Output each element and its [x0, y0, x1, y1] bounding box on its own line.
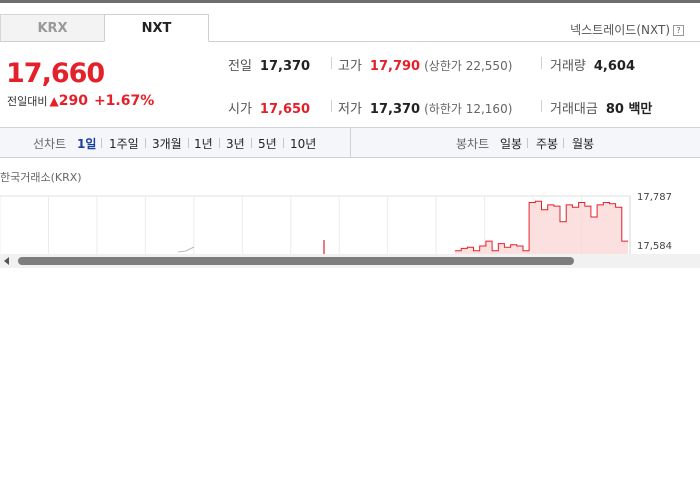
divider	[283, 138, 284, 148]
period-3y[interactable]: 3년	[226, 135, 245, 152]
stat-high: 고가 17,790 (상한가 22,550)	[338, 55, 512, 74]
nextrade-link[interactable]: 넥스트레이드(NXT)?	[570, 21, 684, 38]
stat-label: 거래량	[550, 59, 586, 74]
up-arrow-icon: ▲	[49, 94, 59, 108]
stat-label: 거래대금	[550, 102, 598, 117]
stat-value: 17,650	[259, 102, 311, 117]
divider	[331, 100, 332, 112]
divider	[331, 57, 332, 69]
scrollbar-thumb[interactable]	[18, 257, 574, 265]
stat-volume: 거래량 4,604	[550, 55, 635, 74]
candle-daily[interactable]: 일봉	[500, 135, 522, 152]
divider	[563, 138, 564, 148]
candle-monthly[interactable]: 월봉	[572, 135, 594, 152]
divider	[350, 128, 351, 157]
stat-value: 17,370	[369, 102, 421, 117]
stat-low: 저가 17,370 (하한가 12,160)	[338, 98, 512, 117]
price-change: 전일대비 ▲290 +1.67%	[7, 93, 154, 109]
stat-value: 4,604	[593, 59, 636, 74]
intraday-price-chart: 17,787 17,584	[0, 192, 672, 254]
stat-value: 17,790	[369, 59, 421, 74]
help-icon[interactable]: ?	[673, 25, 684, 36]
stat-label: 고가	[338, 59, 362, 74]
market-tabs: KRX NXT 넥스트레이드(NXT)?	[0, 14, 700, 42]
scroll-left-arrow-icon[interactable]	[4, 257, 9, 265]
stat-prev-close: 전일 17,370	[228, 55, 310, 74]
period-10y[interactable]: 10년	[290, 135, 316, 152]
stat-label: 시가	[228, 102, 252, 117]
period-3m[interactable]: 3개월	[152, 135, 182, 152]
tab-nxt[interactable]: NXT	[104, 14, 209, 42]
stat-label: 전일	[228, 59, 252, 74]
change-percent: +1.67%	[93, 93, 155, 109]
period-selector: 선차트 1일 1주일 3개월 1년 3년 5년 10년 봉차트 일봉 주봉 월봉	[0, 127, 700, 158]
stat-open: 시가 17,650	[228, 98, 310, 117]
line-chart-label: 선차트	[33, 137, 67, 151]
change-amount: 290	[58, 93, 88, 109]
chart-title: 한국거래소(KRX)	[0, 171, 82, 184]
current-price: 17,660	[6, 58, 105, 89]
horizontal-scrollbar[interactable]	[0, 254, 700, 268]
divider	[101, 138, 102, 148]
lower-limit: (하한가 12,160)	[424, 102, 513, 116]
divider	[527, 138, 528, 148]
stat-value: 80 백만	[605, 102, 653, 117]
period-5y[interactable]: 5년	[258, 135, 277, 152]
nextrade-label: 넥스트레이드(NXT)	[570, 23, 670, 37]
divider	[188, 138, 189, 148]
change-label: 전일대비	[7, 95, 48, 108]
candle-chart-label: 봉차트	[456, 137, 490, 151]
divider	[251, 138, 252, 148]
period-1w[interactable]: 1주일	[109, 135, 139, 152]
top-border	[0, 0, 700, 3]
divider	[541, 57, 542, 69]
y-tick-label: 17,787	[637, 192, 672, 203]
y-tick-label: 17,584	[637, 241, 672, 252]
divider	[145, 138, 146, 148]
divider	[541, 100, 542, 112]
candle-weekly[interactable]: 주봉	[536, 135, 558, 152]
price-line-faint	[177, 246, 195, 253]
stat-turnover: 거래대금 80 백만	[550, 98, 652, 117]
period-1d[interactable]: 1일	[77, 135, 96, 152]
stat-label: 저가	[338, 102, 362, 117]
period-1y[interactable]: 1년	[194, 135, 213, 152]
divider	[219, 138, 220, 148]
upper-limit: (상한가 22,550)	[424, 59, 513, 73]
stat-value: 17,370	[259, 59, 311, 74]
tab-krx[interactable]: KRX	[0, 14, 105, 41]
